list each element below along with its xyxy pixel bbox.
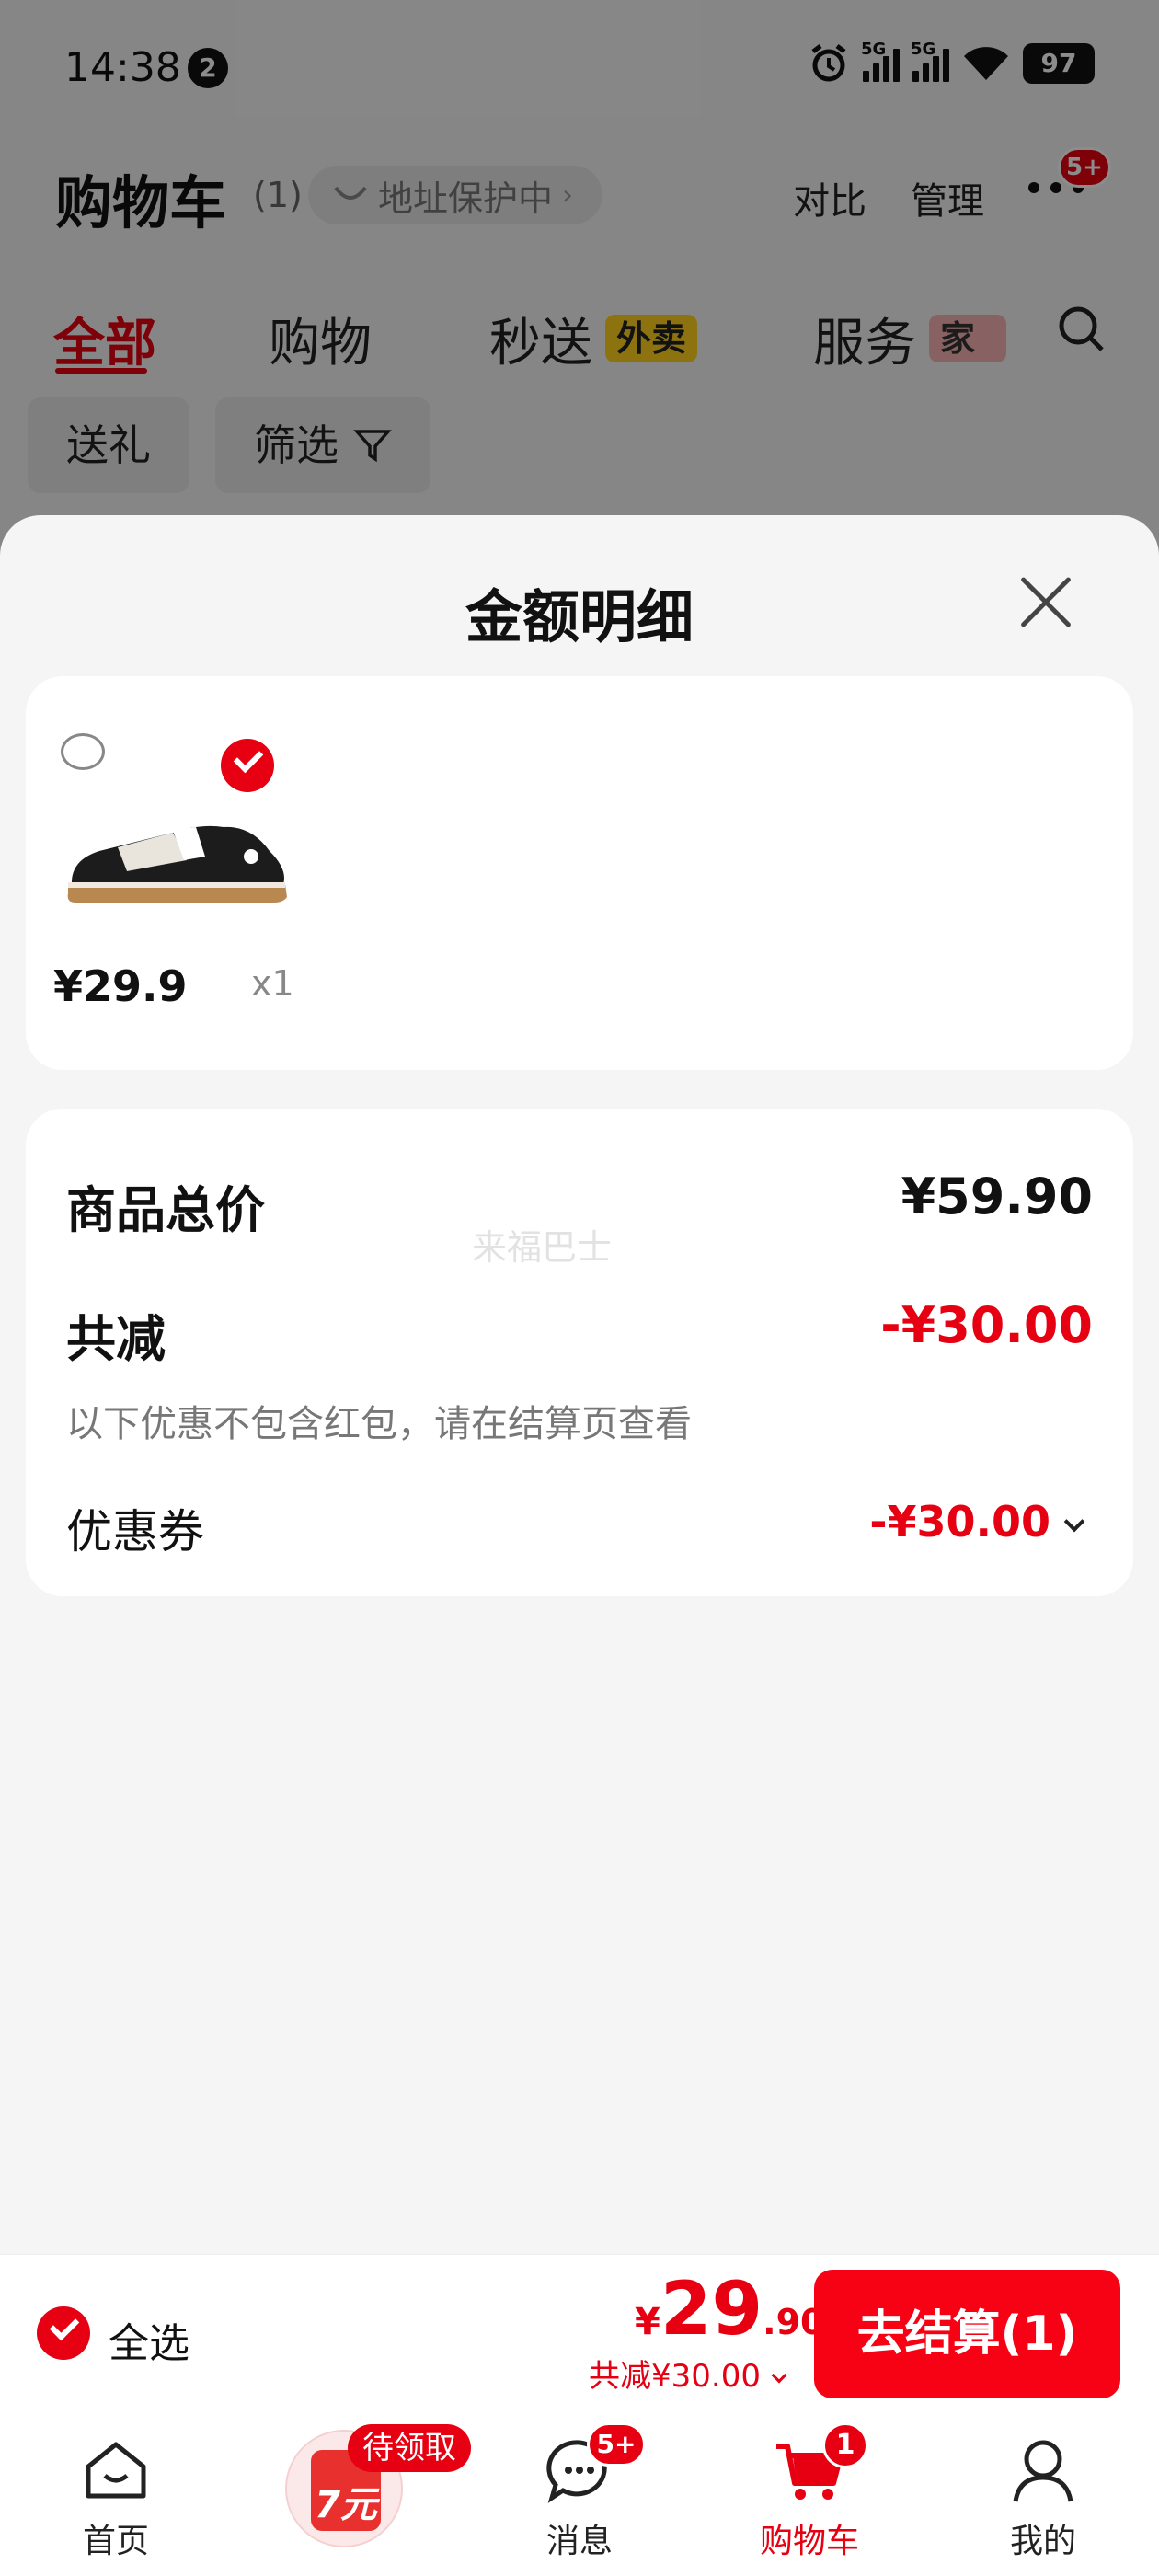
home-icon <box>86 2442 146 2499</box>
tabbar-home[interactable]: 首页 <box>24 2415 208 2576</box>
bottom-tab-bar: 首页 7元 待领取 消息 5+ 购物车 1 我的 <box>0 2415 1159 2576</box>
total-value: ¥59.90 <box>901 1167 1093 1225</box>
reduced-amount-toggle[interactable]: 共减¥30.00 <box>589 2351 787 2396</box>
tabbar-mine-label: 我的 <box>1009 2523 1076 2560</box>
sheet-title: 金额明细 <box>465 583 694 650</box>
coupon-label: 优惠券 <box>66 1505 204 1558</box>
total-price: ¥29.90 <box>635 2266 825 2352</box>
select-all-checkbox[interactable] <box>37 2306 90 2360</box>
select-all-label: 全选 <box>109 2320 189 2367</box>
checkout-bar: 全选 ¥29.90 共减¥30.00 去结算(1) <box>0 2254 1159 2415</box>
checkout-button[interactable]: 去结算(1) <box>814 2270 1120 2398</box>
product-check-icon[interactable] <box>221 739 274 792</box>
product-card: ¥29.9 x1 <box>26 676 1133 1070</box>
tabbar-cart-label: 购物车 <box>759 2523 859 2560</box>
tabbar-mine[interactable]: 我的 <box>951 2415 1135 2576</box>
close-icon[interactable] <box>1012 569 1080 637</box>
discount-note: 以下优惠不包含红包，请在结算页查看 <box>66 1403 692 1445</box>
tabbar-cart[interactable]: 购物车 1 <box>717 2415 901 2576</box>
coupon-value: -¥30.00 <box>869 1497 1050 1547</box>
reduce-value: -¥30.00 <box>880 1296 1093 1354</box>
cart-badge: 1 <box>822 2422 868 2468</box>
watermark-text: 来福巴士 <box>472 1227 613 1268</box>
user-icon <box>1013 2440 1073 2502</box>
tabbar-home-label: 首页 <box>82 2523 149 2560</box>
chevron-down-icon <box>1063 1511 1085 1533</box>
tabbar-messages-label: 消息 <box>545 2523 613 2560</box>
product-price: ¥29.9 <box>53 961 188 1011</box>
coupon-value-row[interactable]: -¥30.00 <box>869 1497 1085 1547</box>
price-summary-card: 商品总价 ¥59.90 来福巴士 共减 -¥30.00 以下优惠不包含红包，请在… <box>26 1109 1133 1596</box>
tabbar-messages[interactable]: 消息 5+ <box>488 2415 671 2576</box>
messages-badge: 5+ <box>587 2422 646 2467</box>
brand-logo-icon <box>61 733 105 770</box>
reduced-amount: 共减¥30.00 <box>589 2358 761 2395</box>
promo-tag: 待领取 <box>348 2424 471 2472</box>
chevron-down-icon <box>771 2367 787 2384</box>
total-label: 商品总价 <box>66 1181 265 1239</box>
amount-detail-sheet: 金额明细 ¥29.9 x1 商品总价 ¥59.90 来福巴士 共减 -¥30.0… <box>0 515 1159 2254</box>
product-qty: x1 <box>251 963 294 1004</box>
product-image <box>67 825 288 903</box>
reduce-label: 共减 <box>66 1310 166 1368</box>
